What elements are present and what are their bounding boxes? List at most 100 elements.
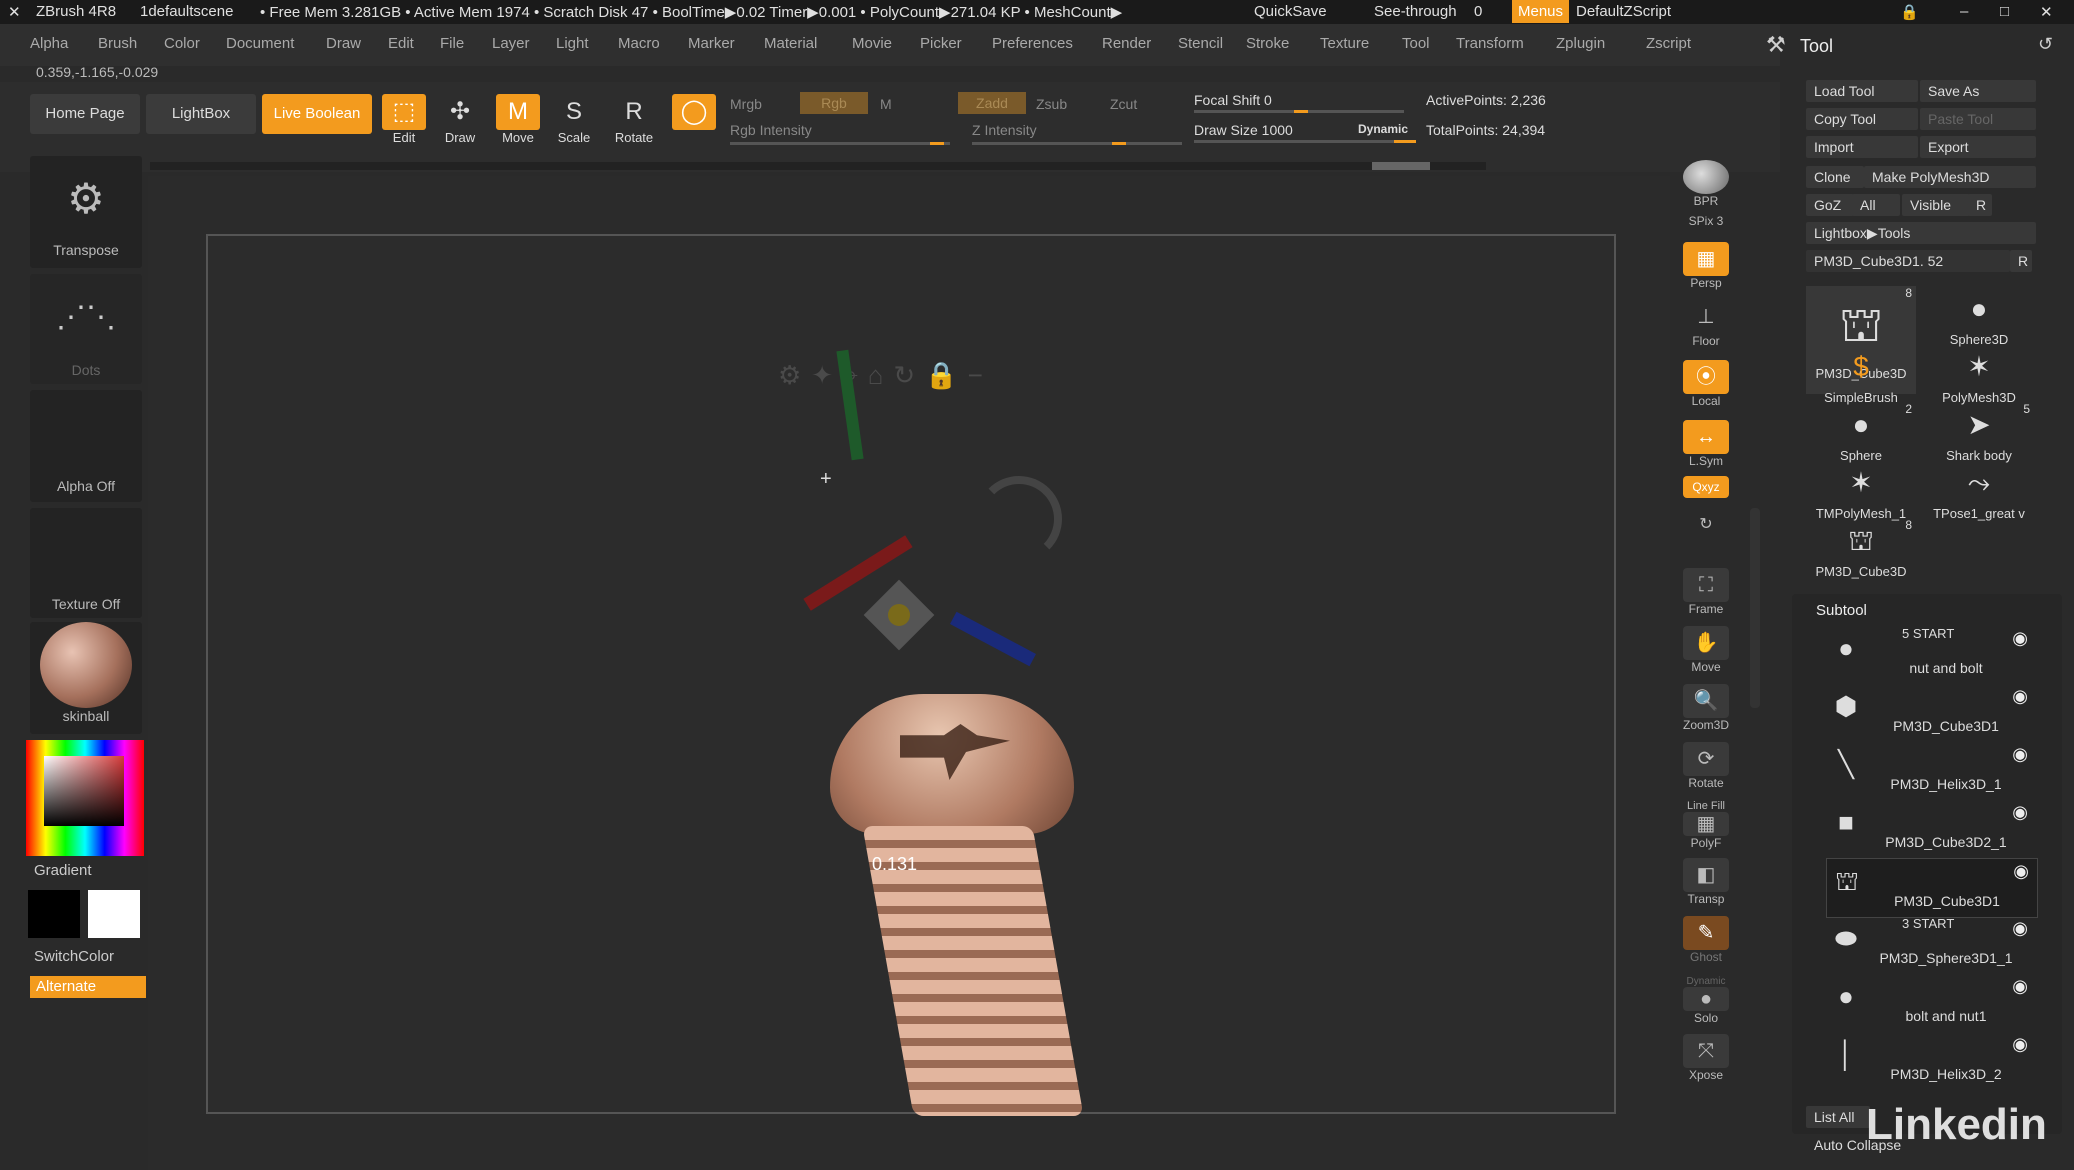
secondary-color-swatch[interactable]: [28, 890, 80, 938]
lightbox-button[interactable]: LightBox: [146, 94, 256, 134]
menu-zscript[interactable]: Zscript: [1646, 35, 1691, 52]
transpose-button[interactable]: ⚙ Transpose: [30, 156, 142, 268]
xyz-button[interactable]: Qxyz: [1678, 476, 1734, 502]
stroke-dots-button[interactable]: ⋰⋱ Dots: [30, 274, 142, 384]
texture-button[interactable]: Texture Off: [30, 508, 142, 618]
floor-button[interactable]: ⊥ Floor: [1678, 300, 1734, 352]
copy-tool-button[interactable]: Copy Tool: [1806, 108, 1918, 130]
tool-thumb-sphere[interactable]: ● Sphere 2: [1806, 402, 1916, 463]
lightbox-tools-button[interactable]: Lightbox▶Tools: [1806, 222, 2036, 244]
menus-toggle[interactable]: Menus: [1512, 0, 1570, 23]
see-through-slider[interactable]: See-through: [1374, 3, 1457, 20]
gizmo-center[interactable]: [863, 579, 935, 651]
import-button[interactable]: Import: [1806, 136, 1918, 158]
zsub-button[interactable]: Zsub: [1036, 96, 1067, 112]
zoom3d-button[interactable]: 🔍 Zoom3D: [1678, 684, 1734, 736]
gyro-button[interactable]: ◯: [668, 92, 720, 148]
menu-document[interactable]: Document: [226, 35, 294, 52]
transp-button[interactable]: ◧ Transp: [1678, 858, 1734, 910]
tool-thumb-sphere3d[interactable]: ● Sphere3D: [1924, 286, 2034, 347]
rotate-view-button[interactable]: ⟳ Rotate: [1678, 742, 1734, 794]
visibility-eye-icon[interactable]: ◉: [2012, 744, 2028, 765]
visibility-eye-icon[interactable]: ◉: [2013, 861, 2029, 882]
move-mode-button[interactable]: M Move: [492, 92, 544, 148]
rotate-mode-button[interactable]: R Rotate: [608, 92, 660, 148]
polyf-button[interactable]: Line Fill ▦ PolyF: [1678, 800, 1734, 852]
xpose-button[interactable]: ⤧ Xpose: [1678, 1034, 1734, 1086]
visibility-eye-icon[interactable]: ◉: [2012, 686, 2028, 707]
focal-shift-slider[interactable]: Focal Shift 0: [1194, 92, 1272, 108]
goz-visible-button[interactable]: Visible: [1902, 194, 1970, 216]
gizmo-z-axis[interactable]: [949, 611, 1037, 667]
spix-slider[interactable]: SPix 3: [1678, 214, 1734, 234]
lock-icon[interactable]: 🔒: [1900, 3, 1919, 21]
tool-thumb-tpose1-great-v[interactable]: ⤳ TPose1_great v: [1924, 460, 2034, 521]
shelf-scrollbar[interactable]: [150, 162, 1486, 170]
menu-draw[interactable]: Draw: [326, 35, 361, 52]
tool-thumb-tmpolymesh-1[interactable]: ✶ TMPolyMesh_1: [1806, 460, 1916, 521]
export-button[interactable]: Export: [1920, 136, 2036, 158]
tool-thumb-shark-body[interactable]: ➤ Shark body 5: [1924, 402, 2034, 463]
subtool-item[interactable]: ⬢ PM3D_Cube3D1 ◉: [1826, 684, 2036, 742]
zadd-button[interactable]: Zadd: [958, 92, 1026, 114]
rgb-button[interactable]: Rgb: [800, 92, 868, 114]
quicksave-button[interactable]: QuickSave: [1254, 3, 1327, 20]
list-all-button[interactable]: List All: [1806, 1106, 1870, 1128]
primary-color-swatch[interactable]: [88, 890, 140, 938]
minimize-icon[interactable]: –: [1960, 3, 1968, 20]
menu-texture[interactable]: Texture: [1320, 35, 1369, 52]
mrgb-button[interactable]: Mrgb: [730, 96, 762, 112]
z-intensity-track[interactable]: [972, 142, 1182, 145]
subtool-item[interactable]: ■ PM3D_Cube3D2_1 ◉: [1826, 800, 2036, 858]
dynamic-toggle[interactable]: Dynamic: [1358, 122, 1408, 136]
color-picker[interactable]: [26, 740, 144, 856]
alpha-button[interactable]: Alpha Off: [30, 390, 142, 502]
frame-button[interactable]: ⛶ Frame: [1678, 568, 1734, 620]
rgb-intensity-slider[interactable]: Rgb Intensity: [730, 122, 812, 138]
visibility-eye-icon[interactable]: ◉: [2012, 976, 2028, 997]
tool-thumb-polymesh3d[interactable]: ✶ PolyMesh3D: [1924, 344, 2034, 405]
menu-stroke[interactable]: Stroke: [1246, 35, 1289, 52]
menu-light[interactable]: Light: [556, 35, 589, 52]
ghost-button[interactable]: ✎ Ghost: [1678, 916, 1734, 968]
load-tool-button[interactable]: Load Tool: [1806, 80, 1918, 102]
rotation-axis-icons[interactable]: ↻: [1678, 508, 1734, 548]
focal-shift-track[interactable]: [1194, 110, 1404, 113]
color-square[interactable]: [44, 756, 124, 826]
visibility-eye-icon[interactable]: ◉: [2012, 918, 2028, 939]
gradient-label[interactable]: Gradient: [34, 862, 92, 879]
close-icon[interactable]: ✕: [2040, 3, 2053, 21]
bolt-head[interactable]: [830, 694, 1074, 834]
menu-preferences[interactable]: Preferences: [992, 35, 1073, 52]
goz-r-button[interactable]: R: [1968, 194, 1992, 216]
visibility-eye-icon[interactable]: ◉: [2012, 628, 2028, 649]
document-frame[interactable]: ⚙✦⌖⌂↻🔒− + 0.131: [206, 234, 1616, 1116]
menu-marker[interactable]: Marker: [688, 35, 735, 52]
solo-button[interactable]: Dynamic ● Solo: [1678, 976, 1734, 1028]
gizmo-toolbar-icons[interactable]: ⚙✦⌖⌂↻🔒−: [778, 360, 993, 392]
menu-brush[interactable]: Brush: [98, 35, 137, 52]
zcut-button[interactable]: Zcut: [1110, 96, 1137, 112]
local-button[interactable]: ⦿ Local: [1678, 360, 1734, 412]
draw-size-slider[interactable]: Draw Size 1000: [1194, 122, 1293, 138]
default-zscript-button[interactable]: DefaultZScript: [1576, 3, 1671, 20]
menu-movie[interactable]: Movie: [852, 35, 892, 52]
subtool-item[interactable]: ⬬ 3 START PM3D_Sphere3D1_1 ◉: [1826, 916, 2036, 974]
reset-icon[interactable]: ↺: [2038, 34, 2053, 55]
make-polymesh3d-button[interactable]: Make PolyMesh3D: [1864, 166, 2036, 188]
draw-mode-button[interactable]: ✣ Draw: [434, 92, 486, 148]
menu-zplugin[interactable]: Zplugin: [1556, 35, 1605, 52]
current-tool-slider[interactable]: PM3D_Cube3D1. 52: [1806, 250, 2010, 272]
home-page-button[interactable]: Home Page: [30, 94, 140, 134]
right-shelf-scrollbar[interactable]: [1750, 508, 1760, 708]
gizmo-rotate-ring[interactable]: [976, 476, 1062, 562]
rgb-intensity-track[interactable]: [730, 142, 950, 145]
visibility-eye-icon[interactable]: ◉: [2012, 802, 2028, 823]
subtool-item[interactable]: ● bolt and nut1 ◉: [1826, 974, 2036, 1032]
subtool-item[interactable]: │ PM3D_Helix3D_2 ◉: [1826, 1032, 2036, 1090]
save-as-button[interactable]: Save As: [1920, 80, 2036, 102]
z-intensity-slider[interactable]: Z Intensity: [972, 122, 1037, 138]
goz-button[interactable]: GoZ: [1806, 194, 1854, 216]
menu-material[interactable]: Material: [764, 35, 817, 52]
menu-render[interactable]: Render: [1102, 35, 1151, 52]
